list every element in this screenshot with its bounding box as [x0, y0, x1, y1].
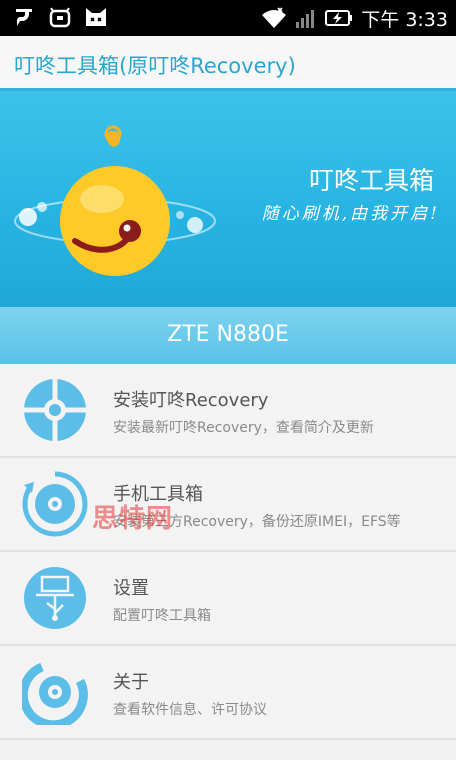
main-menu: 安装叮咚Recovery 安装最新叮咚Recovery，查看简介及更新 手机工具… — [0, 364, 456, 740]
phone-toolbox-icon — [22, 471, 88, 537]
wifi-icon — [262, 7, 287, 28]
menu-item-install-recovery[interactable]: 安装叮咚Recovery 安装最新叮咚Recovery，查看简介及更新 — [0, 364, 456, 458]
cat-app-icon — [86, 8, 106, 26]
status-bar: 下午 3:33 — [0, 0, 456, 36]
menu-item-settings[interactable]: 设置 配置叮咚工具箱 — [0, 552, 456, 646]
device-model: ZTE N880E — [167, 322, 289, 347]
menu-item-title: 关于 — [113, 672, 149, 693]
menu-item-subtitle: 查看软件信息、许可协议 — [113, 702, 267, 718]
signal-icon — [296, 10, 315, 28]
menu-item-about[interactable]: 关于 查看软件信息、许可协议 — [0, 646, 456, 740]
menu-item-title: 安装叮咚Recovery — [113, 390, 269, 411]
alarm-icon — [49, 7, 71, 28]
battery-charging-icon — [325, 10, 353, 26]
menu-item-subtitle: 配置叮咚工具箱 — [113, 608, 211, 624]
notification-icon — [16, 9, 32, 26]
banner-slogan: 随心刷机,由我开启! — [261, 204, 440, 224]
banner-title: 叮咚工具箱 — [308, 166, 434, 195]
usb-settings-icon — [24, 567, 86, 629]
status-time: 下午 3:33 — [361, 8, 448, 31]
action-bar: 叮咚工具箱(原叮咚Recovery) — [0, 36, 456, 91]
app-title: 叮咚工具箱(原叮咚Recovery) — [14, 54, 296, 78]
menu-item-phone-toolbox[interactable]: 手机工具箱 安装第三方Recovery，备份还原IMEI，EFS等 — [0, 458, 456, 552]
device-model-bar: ZTE N880E — [0, 307, 456, 364]
menu-item-title: 设置 — [113, 578, 149, 599]
mascot-logo — [14, 125, 216, 276]
banner: 叮咚工具箱 随心刷机,由我开启! — [0, 91, 456, 307]
menu-item-subtitle: 安装最新叮咚Recovery，查看简介及更新 — [113, 420, 374, 436]
install-icon — [24, 379, 86, 441]
about-icon — [22, 662, 88, 725]
watermark: 思特网 — [92, 504, 174, 534]
